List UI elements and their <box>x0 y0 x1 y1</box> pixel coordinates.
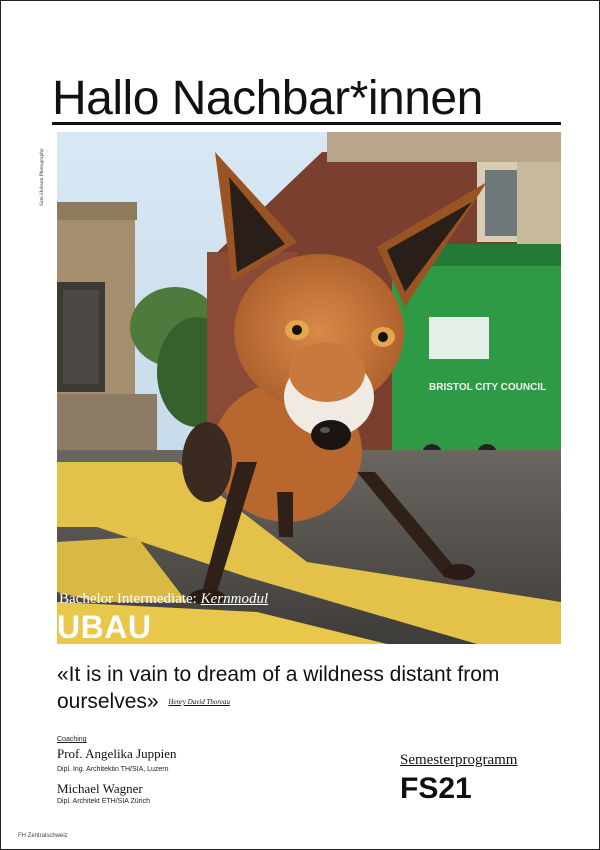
coach-name-2: Michael Wagner <box>57 781 143 796</box>
photo-credit: Sam Hobson Photography <box>39 148 45 206</box>
poster-title: Hallo Nachbar*innen <box>52 72 483 125</box>
poster-page: Hallo Nachbar*innen Sam Hobson Photograp… <box>0 0 600 850</box>
title-underline <box>52 122 561 125</box>
footer-text: FH Zentralschweiz <box>18 833 68 839</box>
quote-author: Henry David Thoreau <box>168 697 230 706</box>
semester-label: Semesterprogramm <box>400 752 518 768</box>
quote-block: «It is in vain to dream of a wildness di… <box>57 661 557 716</box>
program-module: Kernmodul <box>200 591 269 607</box>
coach-credentials-1: Dipl. Ing. Architektin TH/SIA, Luzern <box>57 766 169 773</box>
program-prefix: Bachelor Intermediate: <box>59 591 197 607</box>
dumpster-label: BRISTOL CITY COUNCIL <box>429 382 546 393</box>
coach-name-1: Prof. Angelika Juppien <box>57 746 177 761</box>
module-name: UBAU <box>57 609 152 645</box>
coach-credentials-2: Dipl. Architekt ETH/SIA Zürich <box>57 798 150 805</box>
program-line: Bachelor Intermediate: Kernmodul <box>59 591 268 608</box>
fox-photo: BRISTOL CITY COUNCIL <box>57 132 561 644</box>
coaching-label: Coaching <box>57 736 87 743</box>
semester-code: FS21 <box>400 772 472 805</box>
quote-text: «It is in vain to dream of a wildness di… <box>57 663 500 713</box>
